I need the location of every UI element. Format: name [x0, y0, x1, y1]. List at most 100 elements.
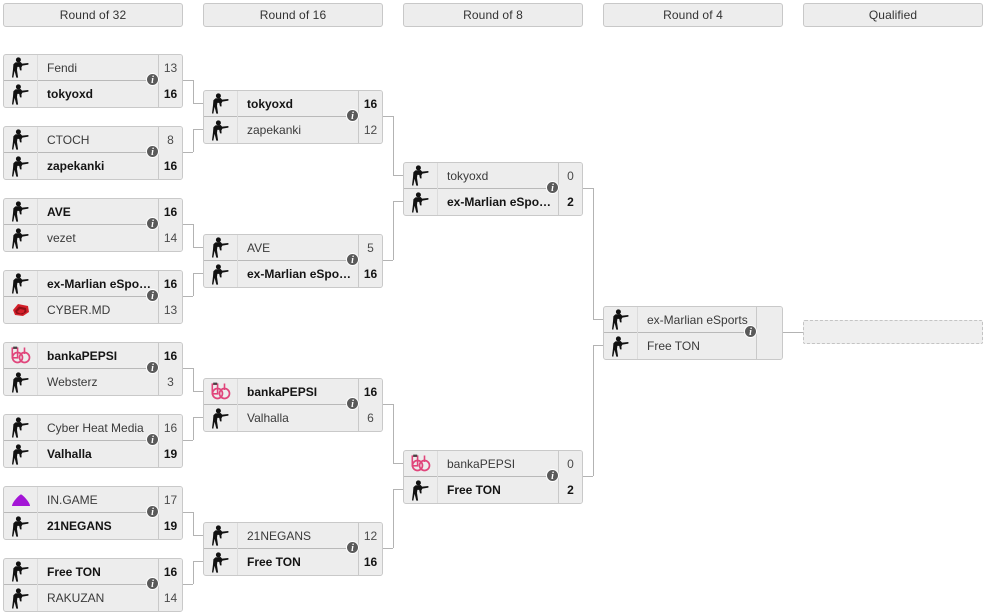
bracket-connector — [193, 535, 203, 536]
bracket-connector — [383, 404, 393, 405]
match-info-icon[interactable]: i — [346, 109, 359, 122]
team-score: 16 — [158, 271, 182, 297]
team-name: Cyber Heat Media — [47, 420, 144, 435]
team-score: 3 — [158, 369, 182, 395]
player-silhouette-icon — [204, 549, 238, 575]
match-info-icon[interactable]: i — [346, 397, 359, 410]
banka-pepsi-logo-icon — [204, 379, 238, 405]
match-info-icon[interactable]: i — [146, 505, 159, 518]
team-name: Free TON — [447, 483, 501, 497]
bracket-connector — [383, 260, 393, 261]
team-score: 14 — [158, 585, 182, 611]
player-silhouette-icon — [404, 189, 438, 215]
bracket-connector — [193, 273, 203, 274]
team-score: 19 — [158, 441, 182, 467]
match-info-icon[interactable]: i — [546, 181, 559, 194]
match-info-icon[interactable]: i — [146, 217, 159, 230]
bracket-connector — [193, 224, 194, 247]
bracket-connector — [193, 80, 194, 103]
player-silhouette-icon — [4, 513, 38, 539]
match-info-icon[interactable]: i — [146, 73, 159, 86]
team-name: bankaPEPSI — [247, 384, 318, 399]
bracket-connector — [183, 368, 193, 369]
round-header-1[interactable]: Round of 32 — [3, 3, 183, 27]
team-score: 16 — [358, 91, 382, 117]
player-silhouette-icon — [204, 523, 238, 549]
bracket-connector — [183, 224, 193, 225]
team-score: 13 — [158, 55, 182, 81]
bracket-connector — [193, 417, 203, 418]
team-score: 5 — [358, 235, 382, 261]
bracket-connector — [193, 103, 203, 104]
match-info-icon[interactable]: i — [346, 541, 359, 554]
team-score: 0 — [558, 451, 582, 477]
team-name: tokyoxd — [447, 168, 489, 183]
player-silhouette-icon — [204, 117, 238, 143]
match-info-icon[interactable]: i — [146, 433, 159, 446]
bracket-connector — [193, 417, 194, 440]
player-silhouette-icon — [4, 559, 38, 585]
team-score: 16 — [158, 343, 182, 369]
team-score: 16 — [158, 153, 182, 179]
player-silhouette-icon — [204, 91, 238, 117]
team-name: Fendi — [47, 60, 78, 75]
team-name: Valhalla — [47, 447, 92, 461]
player-silhouette-icon — [4, 153, 38, 179]
team-name: Valhalla — [247, 411, 289, 425]
team-score — [756, 333, 782, 359]
player-silhouette-icon — [604, 333, 638, 359]
bracket-connector — [393, 201, 394, 260]
team-name: tokyoxd — [247, 96, 294, 111]
bracket-connector — [383, 116, 393, 117]
match-info-icon[interactable]: i — [146, 361, 159, 374]
round-header-4[interactable]: Round of 4 — [603, 3, 783, 27]
round-header-3[interactable]: Round of 8 — [403, 3, 583, 27]
team-score: 6 — [358, 405, 382, 431]
bracket-connector — [593, 319, 603, 320]
bracket-connector — [393, 175, 403, 176]
team-name: tokyoxd — [47, 87, 94, 101]
team-name: Websterz — [47, 375, 98, 389]
team-score: 19 — [158, 513, 182, 539]
match-info-icon[interactable]: i — [346, 253, 359, 266]
team-name: Free TON — [47, 564, 101, 579]
match-info-icon[interactable]: i — [744, 325, 757, 338]
player-silhouette-icon — [204, 261, 238, 287]
team-name: ex-Marlian eSports — [247, 267, 355, 281]
team-score: 16 — [158, 199, 182, 225]
player-silhouette-icon — [4, 55, 38, 81]
team-score: 16 — [158, 81, 182, 107]
bracket-connector — [193, 561, 194, 584]
team-name: IN.GAME — [47, 492, 98, 507]
bracket-connector — [393, 201, 403, 202]
qualified-slot[interactable] — [803, 320, 983, 344]
player-silhouette-icon — [4, 369, 38, 395]
cyber-md-logo-icon — [4, 297, 38, 323]
bracket-connector — [183, 440, 193, 441]
player-silhouette-icon — [404, 163, 438, 189]
round-header-5[interactable]: Qualified — [803, 3, 983, 27]
player-silhouette-icon — [4, 585, 38, 611]
team-name: Free TON — [247, 555, 301, 569]
team-score: 16 — [358, 261, 382, 287]
match-info-icon[interactable]: i — [546, 469, 559, 482]
player-silhouette-icon — [204, 405, 238, 431]
player-silhouette-icon — [4, 81, 38, 107]
match-row[interactable]: Free TON — [604, 333, 782, 359]
bracket-connector — [193, 368, 194, 391]
match-info-icon[interactable]: i — [146, 577, 159, 590]
team-score: 8 — [158, 127, 182, 153]
player-silhouette-icon — [404, 477, 438, 503]
match-info-icon[interactable]: i — [146, 145, 159, 158]
bracket-connector — [183, 584, 193, 585]
bracket-connector — [193, 512, 194, 535]
match-info-icon[interactable]: i — [146, 289, 159, 302]
bracket-connector — [393, 489, 394, 548]
bracket-connector — [393, 404, 394, 463]
in-game-logo-icon — [4, 487, 38, 513]
team-name: AVE — [47, 204, 71, 219]
player-silhouette-icon — [4, 441, 38, 467]
bracket-connector — [383, 548, 393, 549]
bracket-connector — [393, 463, 403, 464]
round-header-2[interactable]: Round of 16 — [203, 3, 383, 27]
